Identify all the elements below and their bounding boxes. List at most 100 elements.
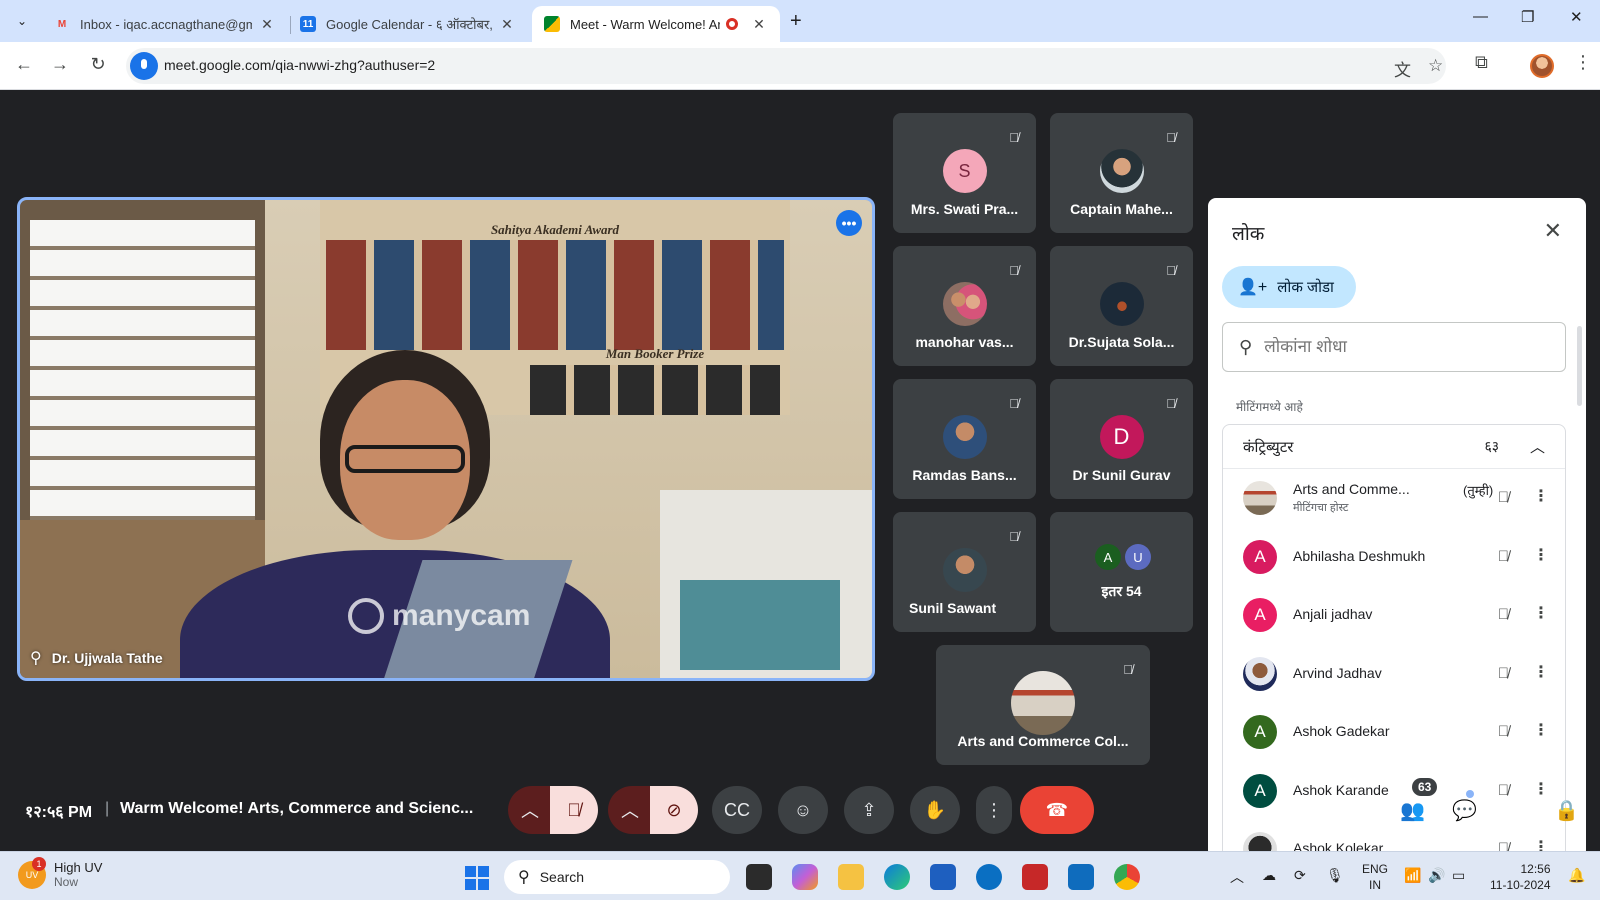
outlook-icon[interactable] bbox=[1068, 864, 1094, 890]
mic-off-icon[interactable]: 🎙̸ bbox=[1498, 606, 1509, 623]
weather-widget[interactable]: UV 1 High UV Now bbox=[18, 856, 102, 889]
participant-tile[interactable]: 🎙̸ Dr.Sujata Sola... bbox=[1050, 246, 1193, 366]
tile-more-options-icon[interactable]: ••• bbox=[836, 210, 862, 236]
raise-hand-button[interactable]: ✋ bbox=[910, 786, 960, 834]
mic-off-icon[interactable]: 🎙̸ bbox=[1498, 489, 1509, 506]
battery-icon[interactable]: ▭ bbox=[1452, 867, 1465, 884]
edge-icon[interactable] bbox=[884, 864, 910, 890]
tab-meet[interactable]: Meet - Warm Welcome! Art ✕ bbox=[532, 6, 780, 42]
participant-tile[interactable]: 🎙̸ Captain Mahe... bbox=[1050, 113, 1193, 233]
chat-icon[interactable]: 💬 bbox=[1452, 798, 1477, 823]
mic-off-icon: 🎙̸ bbox=[567, 799, 581, 820]
person-name: Anjali jadhav bbox=[1293, 606, 1373, 622]
more-options-icon[interactable]: ⋮ bbox=[1533, 662, 1549, 682]
people-list-item[interactable]: A Abhilasha Deshmukh 🎙̸ ⋮ bbox=[1223, 528, 1565, 587]
dell-icon[interactable] bbox=[976, 864, 1002, 890]
participant-tile-host[interactable]: 🎙̸ Arts and Commerce Col... bbox=[936, 645, 1150, 765]
avatar bbox=[1243, 656, 1277, 691]
windows-start-icon[interactable] bbox=[465, 866, 489, 890]
mic-off-icon[interactable]: 🎙̸ bbox=[1498, 548, 1509, 565]
profile-avatar[interactable] bbox=[1530, 54, 1554, 78]
host-controls-icon[interactable]: 🔒 bbox=[1554, 798, 1579, 823]
volume-icon[interactable]: 🔊 bbox=[1428, 867, 1445, 884]
show-hidden-icons-chevron-icon[interactable]: ︿ bbox=[1230, 867, 1244, 887]
tab-calendar[interactable]: 11 Google Calendar - ६ ऑक्टोबर, २ ✕ bbox=[288, 6, 528, 42]
video-options-button[interactable]: ︿ bbox=[608, 786, 652, 834]
leave-call-button[interactable]: ☎ bbox=[1020, 786, 1094, 834]
more-options-icon[interactable]: ⋮ bbox=[1533, 545, 1549, 565]
participant-tile[interactable]: 🎙̸ Ramdas Bans... bbox=[893, 379, 1036, 499]
browser-menu-icon[interactable]: ⋮ bbox=[1574, 52, 1592, 73]
tab-close-icon[interactable]: ✕ bbox=[498, 16, 516, 33]
people-list-item[interactable]: A Anjali jadhav 🎙̸ ⋮ bbox=[1223, 586, 1565, 645]
people-icon[interactable]: 👥 bbox=[1400, 798, 1425, 823]
add-people-button[interactable]: 👤+ लोक जोडा bbox=[1222, 266, 1356, 308]
people-search-box[interactable]: ⚲ bbox=[1222, 322, 1566, 372]
participant-tile[interactable]: 🎙̸ manohar vas... bbox=[893, 246, 1036, 366]
forward-icon[interactable]: → bbox=[48, 54, 72, 75]
store-icon[interactable] bbox=[930, 864, 956, 890]
taskbar-search[interactable]: ⚲ Search bbox=[504, 860, 730, 894]
minimize-icon[interactable]: — bbox=[1473, 8, 1488, 25]
mic-toggle-button[interactable]: 🎙̸ bbox=[550, 786, 598, 834]
captions-button[interactable]: CC bbox=[712, 786, 762, 834]
tab-close-icon[interactable]: ✕ bbox=[258, 16, 276, 33]
tab-gmail[interactable]: M Inbox - iqac.accnagthane@gma ✕ bbox=[42, 6, 288, 42]
activities-icon[interactable]: ⬙ bbox=[1502, 798, 1517, 823]
participant-tile[interactable]: 🎙̸ Sunil Sawant bbox=[893, 512, 1036, 632]
onedrive-icon[interactable]: ☁ bbox=[1262, 867, 1276, 884]
address-bar[interactable]: meet.google.com/qia-nwwi-zhg?authuser=2 … bbox=[126, 48, 1446, 84]
people-list-item[interactable]: Arvind Jadhav 🎙̸ ⋮ bbox=[1223, 645, 1565, 704]
microphone-icon[interactable]: 🎙 bbox=[1326, 867, 1344, 884]
audio-options-button[interactable]: ︿ bbox=[508, 786, 552, 834]
notifications-bell-icon[interactable]: 🔔 bbox=[1568, 867, 1585, 884]
shelf-box bbox=[680, 580, 840, 670]
new-tab-icon[interactable]: + bbox=[790, 10, 802, 33]
people-list-item[interactable]: Arts and Comme... (तुम्ही) मीटिंगचा होस्… bbox=[1223, 469, 1565, 528]
mcafee-icon[interactable] bbox=[1022, 864, 1048, 890]
more-options-icon[interactable]: ⋮ bbox=[1533, 720, 1549, 740]
restore-icon[interactable]: ❐ bbox=[1521, 8, 1534, 26]
people-search-input[interactable] bbox=[1264, 337, 1535, 357]
site-info-icon[interactable] bbox=[130, 52, 158, 80]
reload-icon[interactable]: ↻ bbox=[86, 54, 110, 75]
close-panel-icon[interactable]: ✕ bbox=[1544, 218, 1562, 244]
group-header[interactable]: कंट्रिब्युटर ६३ ︿ bbox=[1223, 425, 1565, 469]
wifi-icon[interactable]: 📶 bbox=[1404, 867, 1421, 884]
participant-tile[interactable]: 🎙̸ S Mrs. Swati Pra... bbox=[893, 113, 1036, 233]
meeting-info-icon[interactable]: ⓘ bbox=[1352, 798, 1372, 827]
chrome-icon[interactable] bbox=[1114, 864, 1140, 890]
participant-tile[interactable]: 🎙̸ D Dr Sunil Gurav bbox=[1050, 379, 1193, 499]
avatar bbox=[942, 282, 987, 326]
translate-icon[interactable]: 文 bbox=[1394, 56, 1411, 81]
more-options-button[interactable]: ⋮ bbox=[976, 786, 1012, 834]
more-options-icon[interactable]: ⋮ bbox=[1533, 603, 1549, 623]
people-list-item[interactable]: A Ashok Gadekar 🎙̸ ⋮ bbox=[1223, 703, 1565, 762]
tab-close-icon[interactable]: ✕ bbox=[750, 16, 768, 33]
others-tile[interactable]: A U इतर 54 bbox=[1050, 512, 1193, 632]
close-window-icon[interactable]: ✕ bbox=[1570, 8, 1583, 26]
person-name: Ashok Gadekar bbox=[1293, 723, 1390, 739]
bookmark-star-icon[interactable]: ☆ bbox=[1428, 56, 1443, 76]
chevron-up-icon[interactable]: ︿ bbox=[1530, 436, 1545, 457]
camera-toggle-button[interactable]: ⊘ bbox=[650, 786, 698, 834]
file-explorer-icon[interactable] bbox=[838, 864, 864, 890]
weather-badge: 1 bbox=[32, 856, 46, 871]
system-clock[interactable]: 12:56 11-10-2024 bbox=[1490, 861, 1551, 893]
language-indicator[interactable]: ENG IN bbox=[1362, 861, 1388, 893]
more-options-icon[interactable]: ⋮ bbox=[1533, 486, 1549, 506]
reactions-button[interactable]: ☺ bbox=[778, 786, 828, 834]
task-view-icon[interactable] bbox=[746, 864, 772, 890]
copilot-icon[interactable] bbox=[792, 864, 818, 890]
present-screen-button[interactable]: ⇪ bbox=[844, 786, 894, 834]
back-icon[interactable]: ← bbox=[12, 54, 36, 75]
main-video-tile[interactable]: Sahitya Akademi Award Man Booker Prize m… bbox=[17, 197, 875, 681]
mic-off-icon[interactable]: 🎙̸ bbox=[1498, 723, 1509, 740]
mic-off-icon[interactable]: 🎙̸ bbox=[1498, 665, 1509, 682]
tab-search-chevron-icon[interactable]: ⌄ bbox=[8, 8, 36, 34]
panel-scrollbar[interactable] bbox=[1577, 326, 1582, 406]
sync-icon[interactable]: ⟳ bbox=[1294, 867, 1306, 884]
extensions-icon[interactable]: ⧉ bbox=[1475, 52, 1488, 73]
meet-control-bar: १२:५६ PM | Warm Welcome! Arts, Commerce … bbox=[0, 778, 1600, 840]
meeting-time: १२:५६ PM bbox=[25, 804, 93, 821]
